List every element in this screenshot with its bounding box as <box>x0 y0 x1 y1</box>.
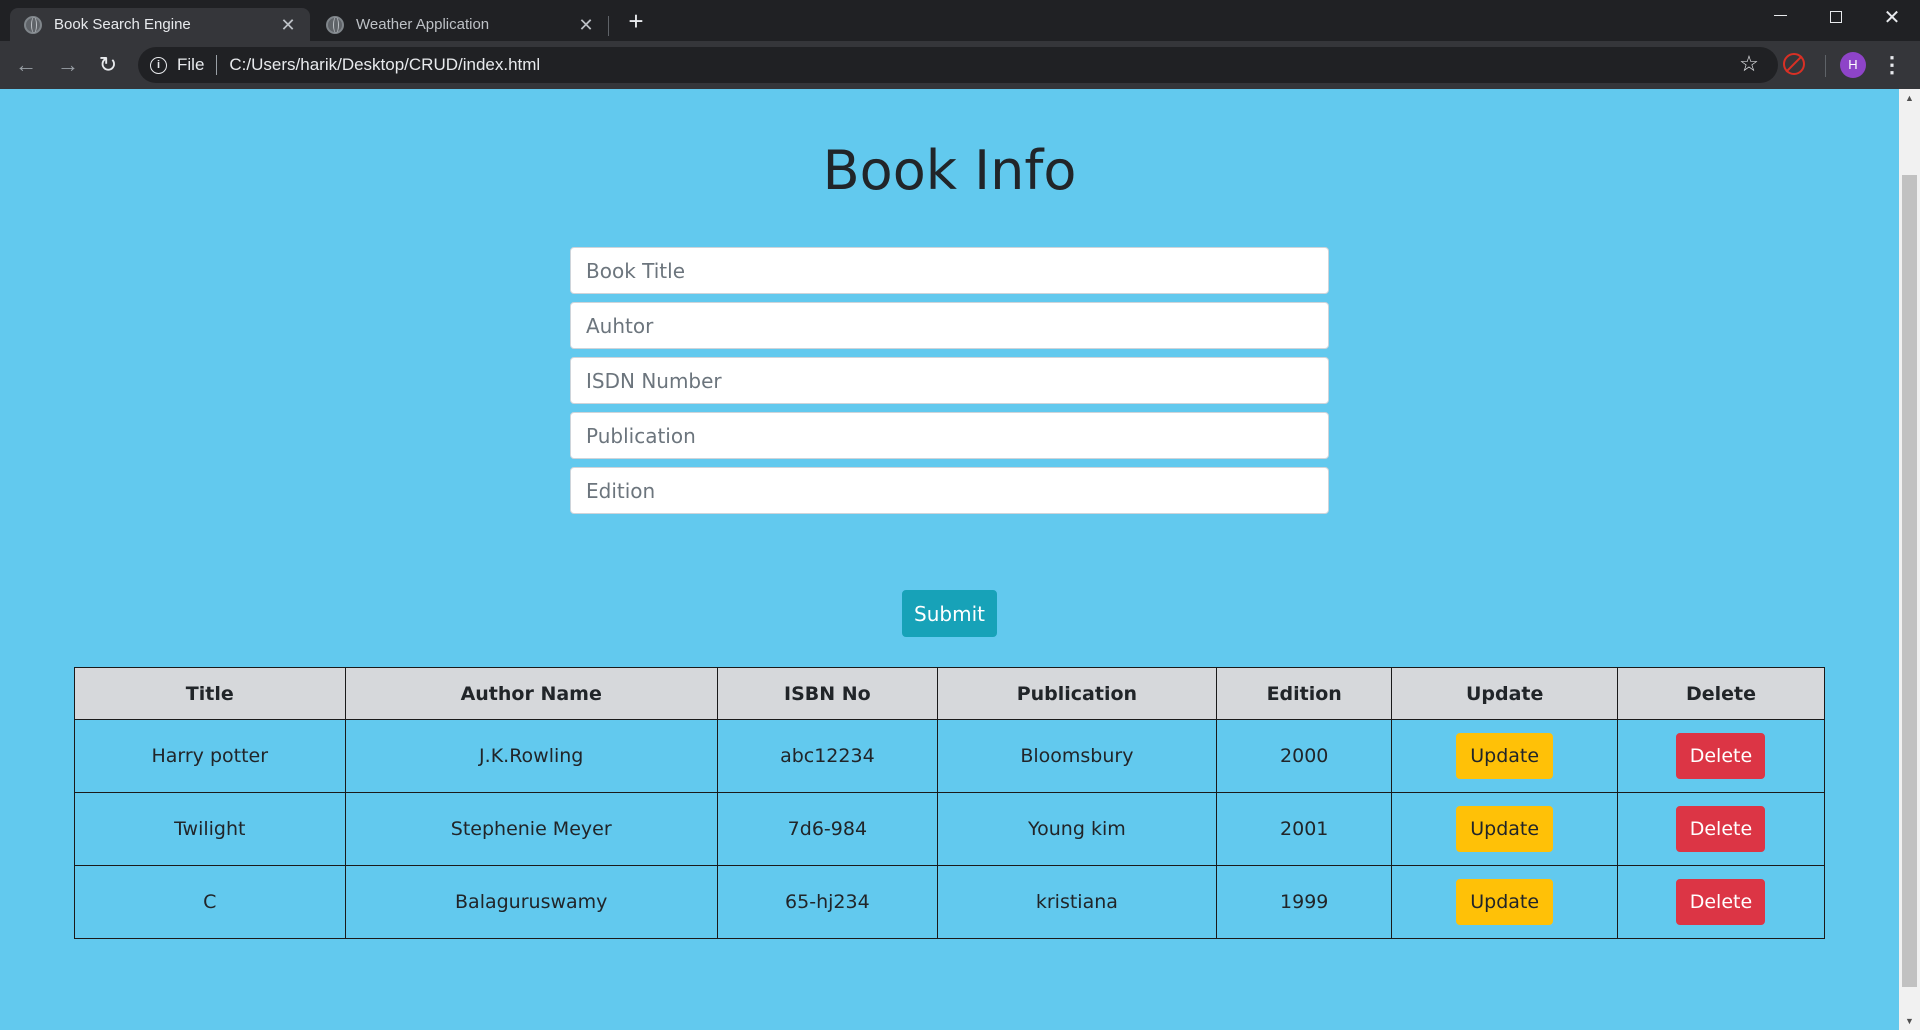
table-header-row: Title Author Name ISBN No Publication Ed… <box>74 667 1826 720</box>
delete-button[interactable]: Delete <box>1676 806 1766 852</box>
cell-update: Update <box>1391 719 1618 793</box>
back-button[interactable]: ← <box>10 49 42 81</box>
cell-title: Harry potter <box>74 719 346 793</box>
cell-delete: Delete <box>1616 865 1826 939</box>
tab-weather-application[interactable]: Weather Application ✕ <box>312 8 608 41</box>
cell-isbn: 65-hj234 <box>716 865 938 939</box>
close-tab-icon[interactable]: ✕ <box>278 15 298 35</box>
cell-delete: Delete <box>1616 792 1826 866</box>
tab-title: Weather Application <box>356 16 490 33</box>
globe-icon <box>24 15 42 34</box>
forward-button[interactable]: → <box>52 49 84 81</box>
page-title: Book Info <box>822 139 1077 202</box>
publication-input[interactable] <box>570 412 1329 459</box>
close-tab-icon[interactable]: ✕ <box>576 15 596 35</box>
column-header-publication: Publication <box>936 667 1217 720</box>
tab-divider <box>608 16 609 36</box>
cell-title: Twilight <box>74 792 346 866</box>
column-header-title: Title <box>74 667 346 720</box>
book-form <box>570 247 1329 522</box>
cell-edition: 2000 <box>1215 719 1393 793</box>
delete-button[interactable]: Delete <box>1676 733 1766 779</box>
address-separator <box>216 55 218 75</box>
cell-edition: 1999 <box>1215 865 1393 939</box>
new-tab-button[interactable]: + <box>622 8 650 36</box>
cell-isbn: abc12234 <box>716 719 938 793</box>
table-row: Harry potter J.K.Rowling abc12234 Blooms… <box>74 719 1826 793</box>
tab-strip: Book Search Engine ✕ Weather Application… <box>0 0 1920 41</box>
bookmark-star-icon[interactable]: ☆ <box>1734 49 1764 79</box>
column-header-author: Author Name <box>344 667 718 720</box>
tab-title: Book Search Engine <box>54 16 191 33</box>
scrollbar-thumb[interactable] <box>1902 175 1917 987</box>
edition-input[interactable] <box>570 467 1329 514</box>
page-viewport: Book Info Submit Title Author Name ISBN … <box>0 89 1899 1030</box>
tab-book-search-engine[interactable]: Book Search Engine ✕ <box>10 8 310 41</box>
address-url[interactable]: C:/Users/harik/Desktop/CRUD/index.html <box>229 55 540 75</box>
author-input[interactable] <box>570 302 1329 349</box>
cell-author: Stephenie Meyer <box>344 792 718 866</box>
column-header-delete: Delete <box>1616 667 1826 720</box>
update-button[interactable]: Update <box>1456 879 1554 925</box>
reload-button[interactable]: ↻ <box>92 49 124 81</box>
minimize-icon <box>1773 14 1787 16</box>
table-row: Twilight Stephenie Meyer 7d6-984 Young k… <box>74 792 1826 866</box>
books-table: Title Author Name ISBN No Publication Ed… <box>74 667 1826 939</box>
cell-update: Update <box>1391 792 1618 866</box>
cell-isbn: 7d6-984 <box>716 792 938 866</box>
cell-edition: 2001 <box>1215 792 1393 866</box>
minimize-button[interactable] <box>1752 0 1808 36</box>
cell-update: Update <box>1391 865 1618 939</box>
cell-publication: kristiana <box>936 865 1217 939</box>
table-row: C Balaguruswamy 65-hj234 kristiana 1999 … <box>74 865 1826 939</box>
book-title-input[interactable] <box>570 247 1329 294</box>
profile-avatar[interactable]: H <box>1840 52 1866 78</box>
extension-blocked-icon[interactable] <box>1783 53 1805 75</box>
column-header-update: Update <box>1391 667 1618 720</box>
info-icon[interactable]: i <box>150 56 167 74</box>
address-scheme-label: File <box>177 55 205 74</box>
update-button[interactable]: Update <box>1456 733 1554 779</box>
scroll-up-arrow-icon[interactable]: ▲ <box>1899 89 1920 107</box>
submit-button[interactable]: Submit <box>902 590 997 637</box>
close-window-button[interactable]: ✕ <box>1864 0 1920 36</box>
delete-button[interactable]: Delete <box>1676 879 1766 925</box>
cell-author: Balaguruswamy <box>344 865 718 939</box>
scroll-down-arrow-icon[interactable]: ▼ <box>1899 1012 1920 1030</box>
cell-author: J.K.Rowling <box>344 719 718 793</box>
restore-icon <box>1830 11 1842 23</box>
cell-title: C <box>74 865 346 939</box>
toolbar-separator <box>1825 55 1826 77</box>
address-bar[interactable]: i File C:/Users/harik/Desktop/CRUD/index… <box>138 47 1778 83</box>
restore-button[interactable] <box>1808 0 1864 36</box>
vertical-scrollbar[interactable]: ▲ ▼ <box>1899 89 1920 1030</box>
update-button[interactable]: Update <box>1456 806 1554 852</box>
more-menu-icon[interactable]: ⋮ <box>1880 51 1904 79</box>
cell-delete: Delete <box>1616 719 1826 793</box>
browser-toolbar: ← → ↻ i File C:/Users/harik/Desktop/CRUD… <box>0 41 1920 89</box>
globe-icon <box>326 15 344 34</box>
cell-publication: Young kim <box>936 792 1217 866</box>
cell-publication: Bloomsbury <box>936 719 1217 793</box>
isbn-input[interactable] <box>570 357 1329 404</box>
column-header-isbn: ISBN No <box>716 667 938 720</box>
column-header-edition: Edition <box>1215 667 1393 720</box>
